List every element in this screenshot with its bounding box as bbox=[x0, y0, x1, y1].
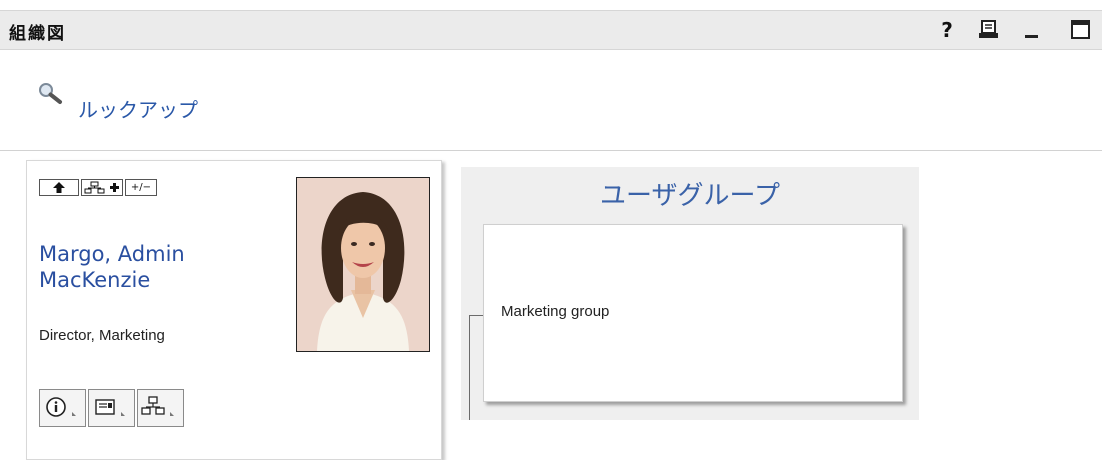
up-arrow-icon[interactable] bbox=[39, 179, 79, 196]
maximize-icon[interactable] bbox=[1068, 17, 1094, 43]
tree-connector-horizontal bbox=[469, 315, 483, 316]
section-divider bbox=[0, 150, 1102, 151]
person-photo bbox=[296, 177, 430, 352]
info-icon[interactable] bbox=[39, 389, 86, 427]
print-icon[interactable] bbox=[976, 17, 1002, 43]
person-name-line2: MacKenzie bbox=[39, 268, 151, 292]
lookup-label: ルックアップ bbox=[78, 98, 198, 122]
user-groups-panel: ユーザグループ Marketing group bbox=[461, 167, 919, 420]
group-card[interactable]: Marketing group bbox=[483, 224, 903, 402]
help-icon[interactable]: ? bbox=[934, 17, 960, 43]
user-groups-title: ユーザグループ bbox=[600, 181, 780, 211]
org-chart-icon[interactable] bbox=[137, 389, 184, 427]
expand-collapse-icon[interactable]: +/− bbox=[125, 179, 157, 196]
org-tree-add-icon[interactable] bbox=[81, 179, 123, 196]
vcard-icon[interactable] bbox=[88, 389, 135, 427]
app-title: 組織図 bbox=[9, 24, 66, 44]
portlet-titlebar: 組織図 ? bbox=[0, 10, 1102, 50]
person-card: +/− Margo, Admin MacKenzie Director, Mar… bbox=[26, 160, 442, 460]
tree-connector-vertical bbox=[469, 315, 470, 420]
minimize-icon[interactable] bbox=[1020, 17, 1046, 43]
person-name[interactable]: Margo, Admin MacKenzie bbox=[39, 241, 289, 293]
group-name: Marketing group bbox=[501, 303, 610, 320]
person-job-title: Director, Marketing bbox=[39, 327, 165, 344]
person-name-line1: Margo, Admin bbox=[39, 242, 185, 266]
magnifier-icon bbox=[38, 82, 64, 108]
